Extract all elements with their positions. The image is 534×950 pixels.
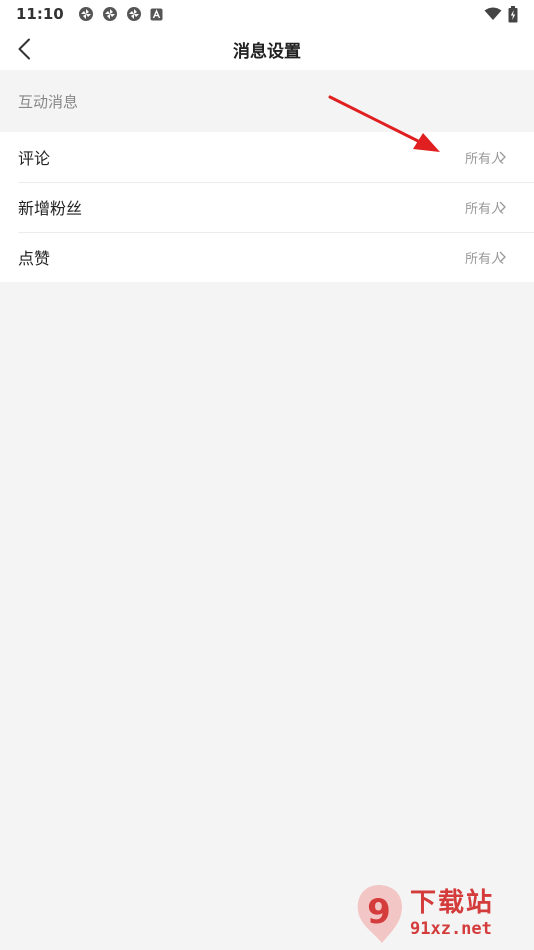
status-time: 11:10 — [16, 5, 64, 23]
nav-bar: 消息设置 — [0, 28, 534, 70]
item-label: 新增粉丝 — [18, 199, 83, 218]
status-icons-right — [484, 5, 518, 23]
chevron-right-icon — [499, 201, 506, 213]
aperture-icon — [102, 7, 117, 21]
chevron-right-icon — [499, 151, 506, 163]
watermark-site-name: 下载站 — [410, 888, 495, 918]
chevron-right-icon — [499, 251, 506, 263]
watermark-logo-text: 9 — [367, 892, 391, 932]
watermark: 9 下载站 91xz.net — [352, 882, 528, 946]
item-label: 评论 — [18, 149, 51, 168]
watermark-url: 91xz.net — [410, 919, 492, 939]
list-item-likes[interactable]: 点赞 所有人 — [0, 232, 534, 282]
section-header: 互动消息 — [18, 92, 79, 111]
chevron-left-icon — [18, 38, 30, 60]
settings-list: 评论 所有人 新增粉丝 所有人 点赞 所有人 — [0, 132, 534, 282]
list-item-comments[interactable]: 评论 所有人 — [0, 132, 534, 182]
battery-charging-icon — [508, 5, 518, 22]
wifi-icon — [484, 7, 502, 20]
page-title: 消息设置 — [233, 41, 301, 62]
status-icons-left — [78, 6, 163, 22]
status-bar: 11:10 — [0, 0, 534, 28]
list-item-new-followers[interactable]: 新增粉丝 所有人 — [0, 182, 534, 232]
watermark-text: 下载站 91xz.net — [410, 888, 494, 940]
back-button[interactable] — [10, 35, 38, 63]
a-badge-icon — [150, 8, 163, 20]
aperture-icon — [78, 7, 93, 21]
aperture-icon — [126, 7, 141, 21]
item-label: 点赞 — [18, 249, 51, 268]
watermark-logo-icon: 9 — [357, 885, 402, 943]
